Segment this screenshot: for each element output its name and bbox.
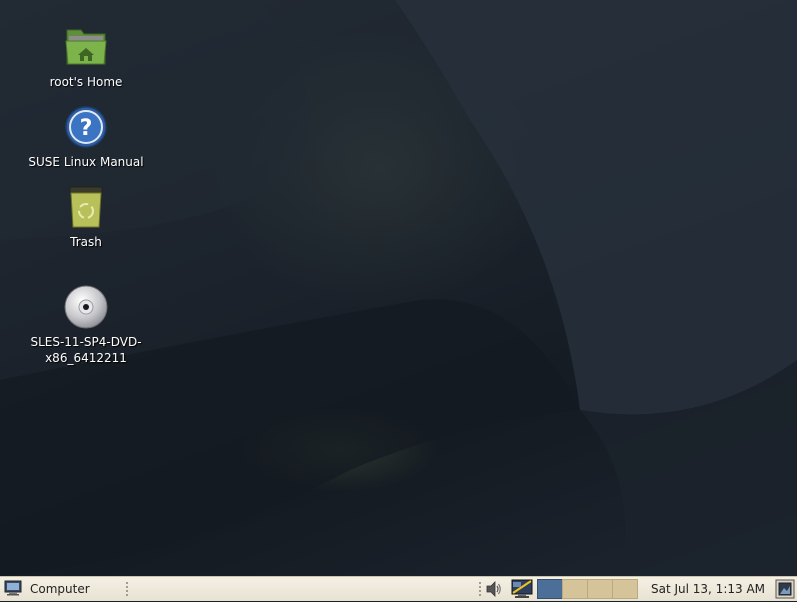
computer-menu-label: Computer (30, 582, 90, 596)
workspace-switcher[interactable] (537, 579, 638, 599)
workspace-3[interactable] (587, 579, 613, 599)
desktop-icon-label: root's Home (49, 75, 123, 89)
desktop-icon-suse-manual[interactable]: ? SUSE Linux Manual (16, 104, 156, 170)
home-folder-icon (63, 24, 109, 70)
bottom-panel: Computer Sat Jul 13, 1:13 AM (0, 576, 797, 601)
speaker-icon[interactable] (485, 580, 503, 598)
desktop-icon-label: SUSE Linux Manual (28, 155, 144, 169)
trash-icon (63, 184, 109, 230)
help-icon: ? (63, 104, 109, 150)
workspace-4[interactable] (612, 579, 638, 599)
desktop-icon-label-line1: SLES-11-SP4-DVD- (30, 335, 142, 349)
panel-drag-handle[interactable] (125, 581, 129, 597)
network-icon[interactable] (511, 579, 533, 599)
desktop: root's Home ? SUSE Linux Manual Trash SL… (0, 0, 797, 576)
computer-icon (4, 580, 22, 599)
workspace-1[interactable] (537, 579, 563, 599)
desktop-icon-trash[interactable]: Trash (16, 184, 156, 250)
desktop-icon-label: Trash (70, 235, 102, 249)
workspace-2[interactable] (562, 579, 588, 599)
computer-menu-button[interactable]: Computer (4, 579, 90, 599)
desktop-icon-label-line2: x86_6412211 (45, 351, 127, 365)
clock[interactable]: Sat Jul 13, 1:13 AM (651, 582, 765, 596)
dvd-icon (63, 284, 109, 330)
desktop-icon-home[interactable]: root's Home (16, 24, 156, 90)
panel-drag-handle[interactable] (478, 581, 482, 597)
show-desktop-icon[interactable] (775, 579, 795, 599)
desktop-icon-dvd[interactable]: SLES-11-SP4-DVD- x86_6412211 (16, 284, 156, 366)
svg-text:?: ? (80, 116, 93, 141)
